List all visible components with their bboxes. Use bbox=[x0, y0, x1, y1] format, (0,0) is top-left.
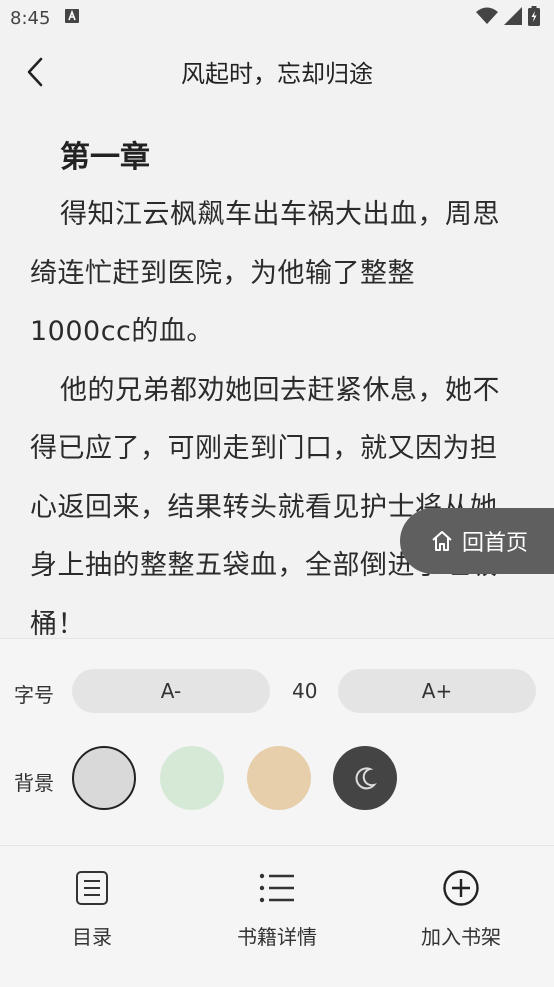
notification-icon bbox=[64, 8, 80, 29]
status-left: 8:45 bbox=[10, 8, 80, 29]
home-button[interactable]: 回首页 bbox=[400, 508, 554, 574]
status-right bbox=[476, 5, 540, 31]
font-size-label: 字号 bbox=[14, 683, 54, 707]
divider bbox=[0, 845, 554, 846]
font-size-value: 40 bbox=[292, 679, 318, 703]
plus-circle-icon bbox=[443, 870, 479, 906]
home-icon bbox=[432, 531, 452, 551]
status-bar: 8:45 bbox=[0, 0, 554, 36]
book-details-label: 书籍详情 bbox=[237, 925, 317, 949]
wifi-icon bbox=[476, 7, 498, 30]
background-swatch-green[interactable] bbox=[160, 746, 224, 810]
chapter-title: 第一章 bbox=[60, 140, 150, 175]
list-icon bbox=[259, 873, 294, 903]
add-to-shelf-label: 加入书架 bbox=[421, 925, 501, 949]
paragraph: 得知江云枫飙车出车祸大出血，周思绮连忙赶到医院，为他输了整整1000cc的血。 bbox=[30, 199, 500, 347]
signal-icon bbox=[504, 6, 522, 30]
toc-button[interactable]: 目录 bbox=[32, 865, 152, 955]
toc-icon bbox=[76, 871, 108, 905]
background-label: 背景 bbox=[14, 771, 54, 795]
book-details-button[interactable]: 书籍详情 bbox=[217, 865, 337, 955]
nav-bar: 风起时，忘却归途 bbox=[0, 40, 554, 104]
reader-content: 第一章 得知江云枫飙车出车祸大出血，周思绮连忙赶到医院，为他输了整整1000cc… bbox=[30, 130, 510, 654]
background-swatch-tan[interactable] bbox=[247, 746, 311, 810]
home-button-label: 回首页 bbox=[462, 531, 529, 556]
add-to-shelf-button[interactable]: 加入书架 bbox=[401, 865, 521, 955]
background-swatch-night[interactable] bbox=[333, 746, 397, 810]
moon-icon bbox=[355, 767, 377, 790]
battery-icon bbox=[528, 5, 540, 31]
background-swatch-gray[interactable] bbox=[72, 746, 136, 810]
font-increase-button[interactable]: A+ bbox=[338, 669, 536, 713]
font-decrease-button[interactable]: A- bbox=[72, 669, 270, 713]
status-time: 8:45 bbox=[10, 7, 51, 29]
page-title: 风起时，忘却归途 bbox=[181, 60, 373, 88]
settings-panel: 字号 A- 40 A+ 背景 目录 书籍详情 加入书架 bbox=[0, 638, 554, 987]
toc-label: 目录 bbox=[72, 925, 112, 949]
